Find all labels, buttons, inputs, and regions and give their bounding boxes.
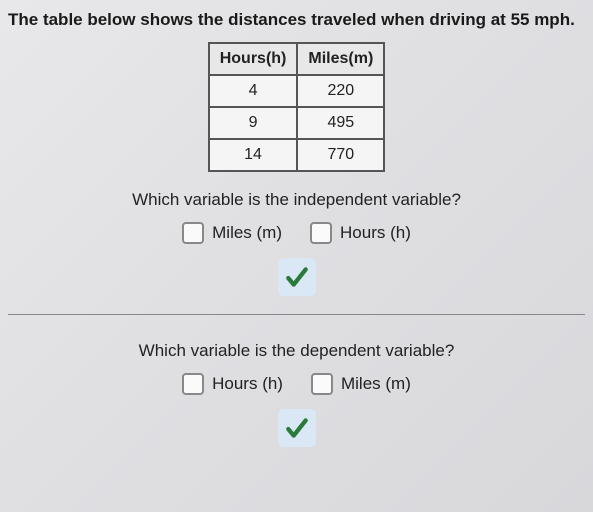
table-header-miles: Miles(m) — [297, 43, 384, 75]
question-2-feedback — [8, 409, 585, 447]
checkbox-miles[interactable] — [311, 373, 333, 395]
question-2-options: Hours (h) Miles (m) — [8, 373, 585, 395]
option-label-hours: Hours (h) — [340, 223, 411, 243]
checkbox-hours[interactable] — [310, 222, 332, 244]
option-hours: Hours (h) — [182, 373, 283, 395]
problem-intro: The table below shows the distances trav… — [8, 10, 585, 30]
cell-hours: 9 — [209, 107, 298, 139]
section-divider — [8, 314, 585, 315]
option-hours: Hours (h) — [310, 222, 411, 244]
checkbox-miles[interactable] — [182, 222, 204, 244]
table-row: 4 220 — [209, 75, 385, 107]
question-1-feedback — [8, 258, 585, 296]
option-label-hours: Hours (h) — [212, 374, 283, 394]
question-2-text: Which variable is the dependent variable… — [8, 341, 585, 361]
question-1-options: Miles (m) Hours (h) — [8, 222, 585, 244]
table-row: 9 495 — [209, 107, 385, 139]
cell-miles: 770 — [297, 139, 384, 171]
checkbox-hours[interactable] — [182, 373, 204, 395]
check-correct-icon — [278, 409, 316, 447]
cell-hours: 14 — [209, 139, 298, 171]
cell-miles: 220 — [297, 75, 384, 107]
option-label-miles: Miles (m) — [341, 374, 411, 394]
table-row: 14 770 — [209, 139, 385, 171]
cell-miles: 495 — [297, 107, 384, 139]
check-correct-icon — [278, 258, 316, 296]
option-miles: Miles (m) — [311, 373, 411, 395]
cell-hours: 4 — [209, 75, 298, 107]
data-table: Hours(h) Miles(m) 4 220 9 495 14 770 — [208, 42, 386, 172]
table-header-hours: Hours(h) — [209, 43, 298, 75]
question-1-text: Which variable is the independent variab… — [8, 190, 585, 210]
option-miles: Miles (m) — [182, 222, 282, 244]
option-label-miles: Miles (m) — [212, 223, 282, 243]
